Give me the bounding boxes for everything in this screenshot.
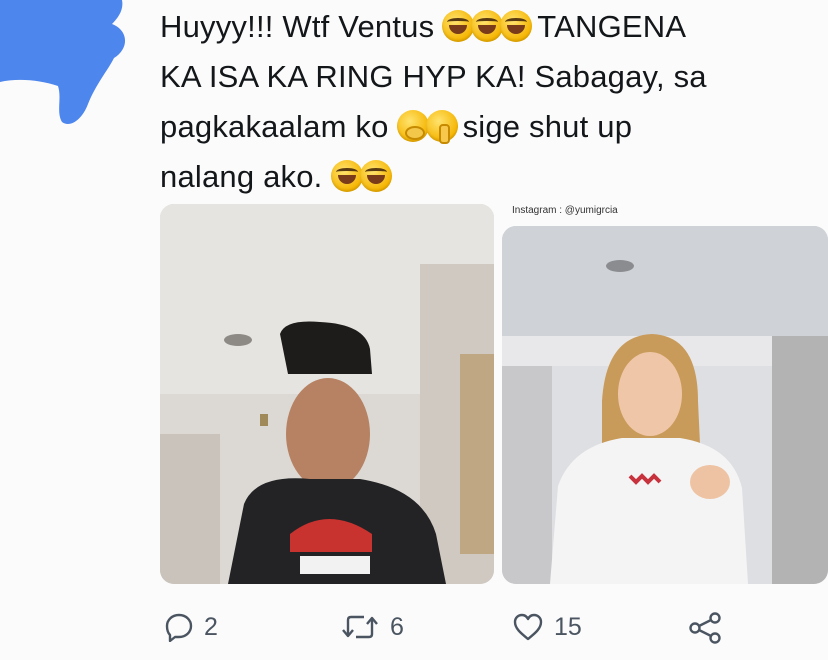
retweet-button[interactable]: 6 — [340, 612, 404, 642]
like-button[interactable]: 15 — [512, 612, 582, 642]
retweet-icon — [342, 615, 378, 639]
media-photo-left[interactable] — [160, 204, 494, 584]
tweet-line-3: pagkakaalam ko sige shut up — [160, 102, 820, 152]
tweet-text: Huyyy!!! Wtf Ventus TANGENA KA ISA KA RIN… — [160, 2, 820, 202]
reply-count: 2 — [204, 612, 218, 641]
giggle-emoji-icon — [396, 110, 429, 142]
tweet-line-4: nalang ako. — [160, 152, 820, 202]
heart-icon — [513, 613, 543, 641]
media-photo-right[interactable] — [502, 226, 828, 584]
tweet-text-segment: KA ISA KA RING HYP KA! Sabagay, sa — [160, 59, 707, 94]
laughing-emoji-icon — [359, 160, 392, 192]
tweet-actions-bar: 2 6 15 — [0, 600, 828, 660]
tweet-line-2: KA ISA KA RING HYP KA! Sabagay, sa — [160, 52, 820, 102]
redaction-scribble — [0, 0, 126, 124]
retweet-count: 6 — [390, 612, 404, 641]
tweet-text-segment: TANGENA — [537, 9, 687, 44]
reply-icon — [165, 613, 193, 642]
photo-man-illustration — [160, 204, 494, 584]
photo-woman-illustration — [502, 226, 828, 584]
like-count: 15 — [554, 612, 582, 641]
shush-emoji-icon — [425, 110, 458, 144]
reply-button[interactable]: 2 — [164, 612, 218, 642]
laughing-emoji-icon — [442, 10, 475, 42]
laughing-emoji-icon — [471, 10, 504, 42]
tweet-text-segment: Huyyy!!! Wtf Ventus — [160, 9, 435, 44]
tweet-line-1: Huyyy!!! Wtf Ventus TANGENA — [160, 2, 820, 52]
share-icon — [689, 612, 721, 644]
laughing-emoji-icon — [500, 10, 533, 42]
tweet-text-segment: pagkakaalam ko — [160, 109, 389, 144]
share-button[interactable] — [688, 612, 732, 644]
tweet-text-segment: sige shut up — [462, 109, 633, 144]
tweet-text-segment: nalang ako. — [160, 159, 323, 194]
instagram-caption: Instagram : @yumigrcia — [512, 205, 618, 216]
laughing-emoji-icon — [330, 160, 363, 192]
